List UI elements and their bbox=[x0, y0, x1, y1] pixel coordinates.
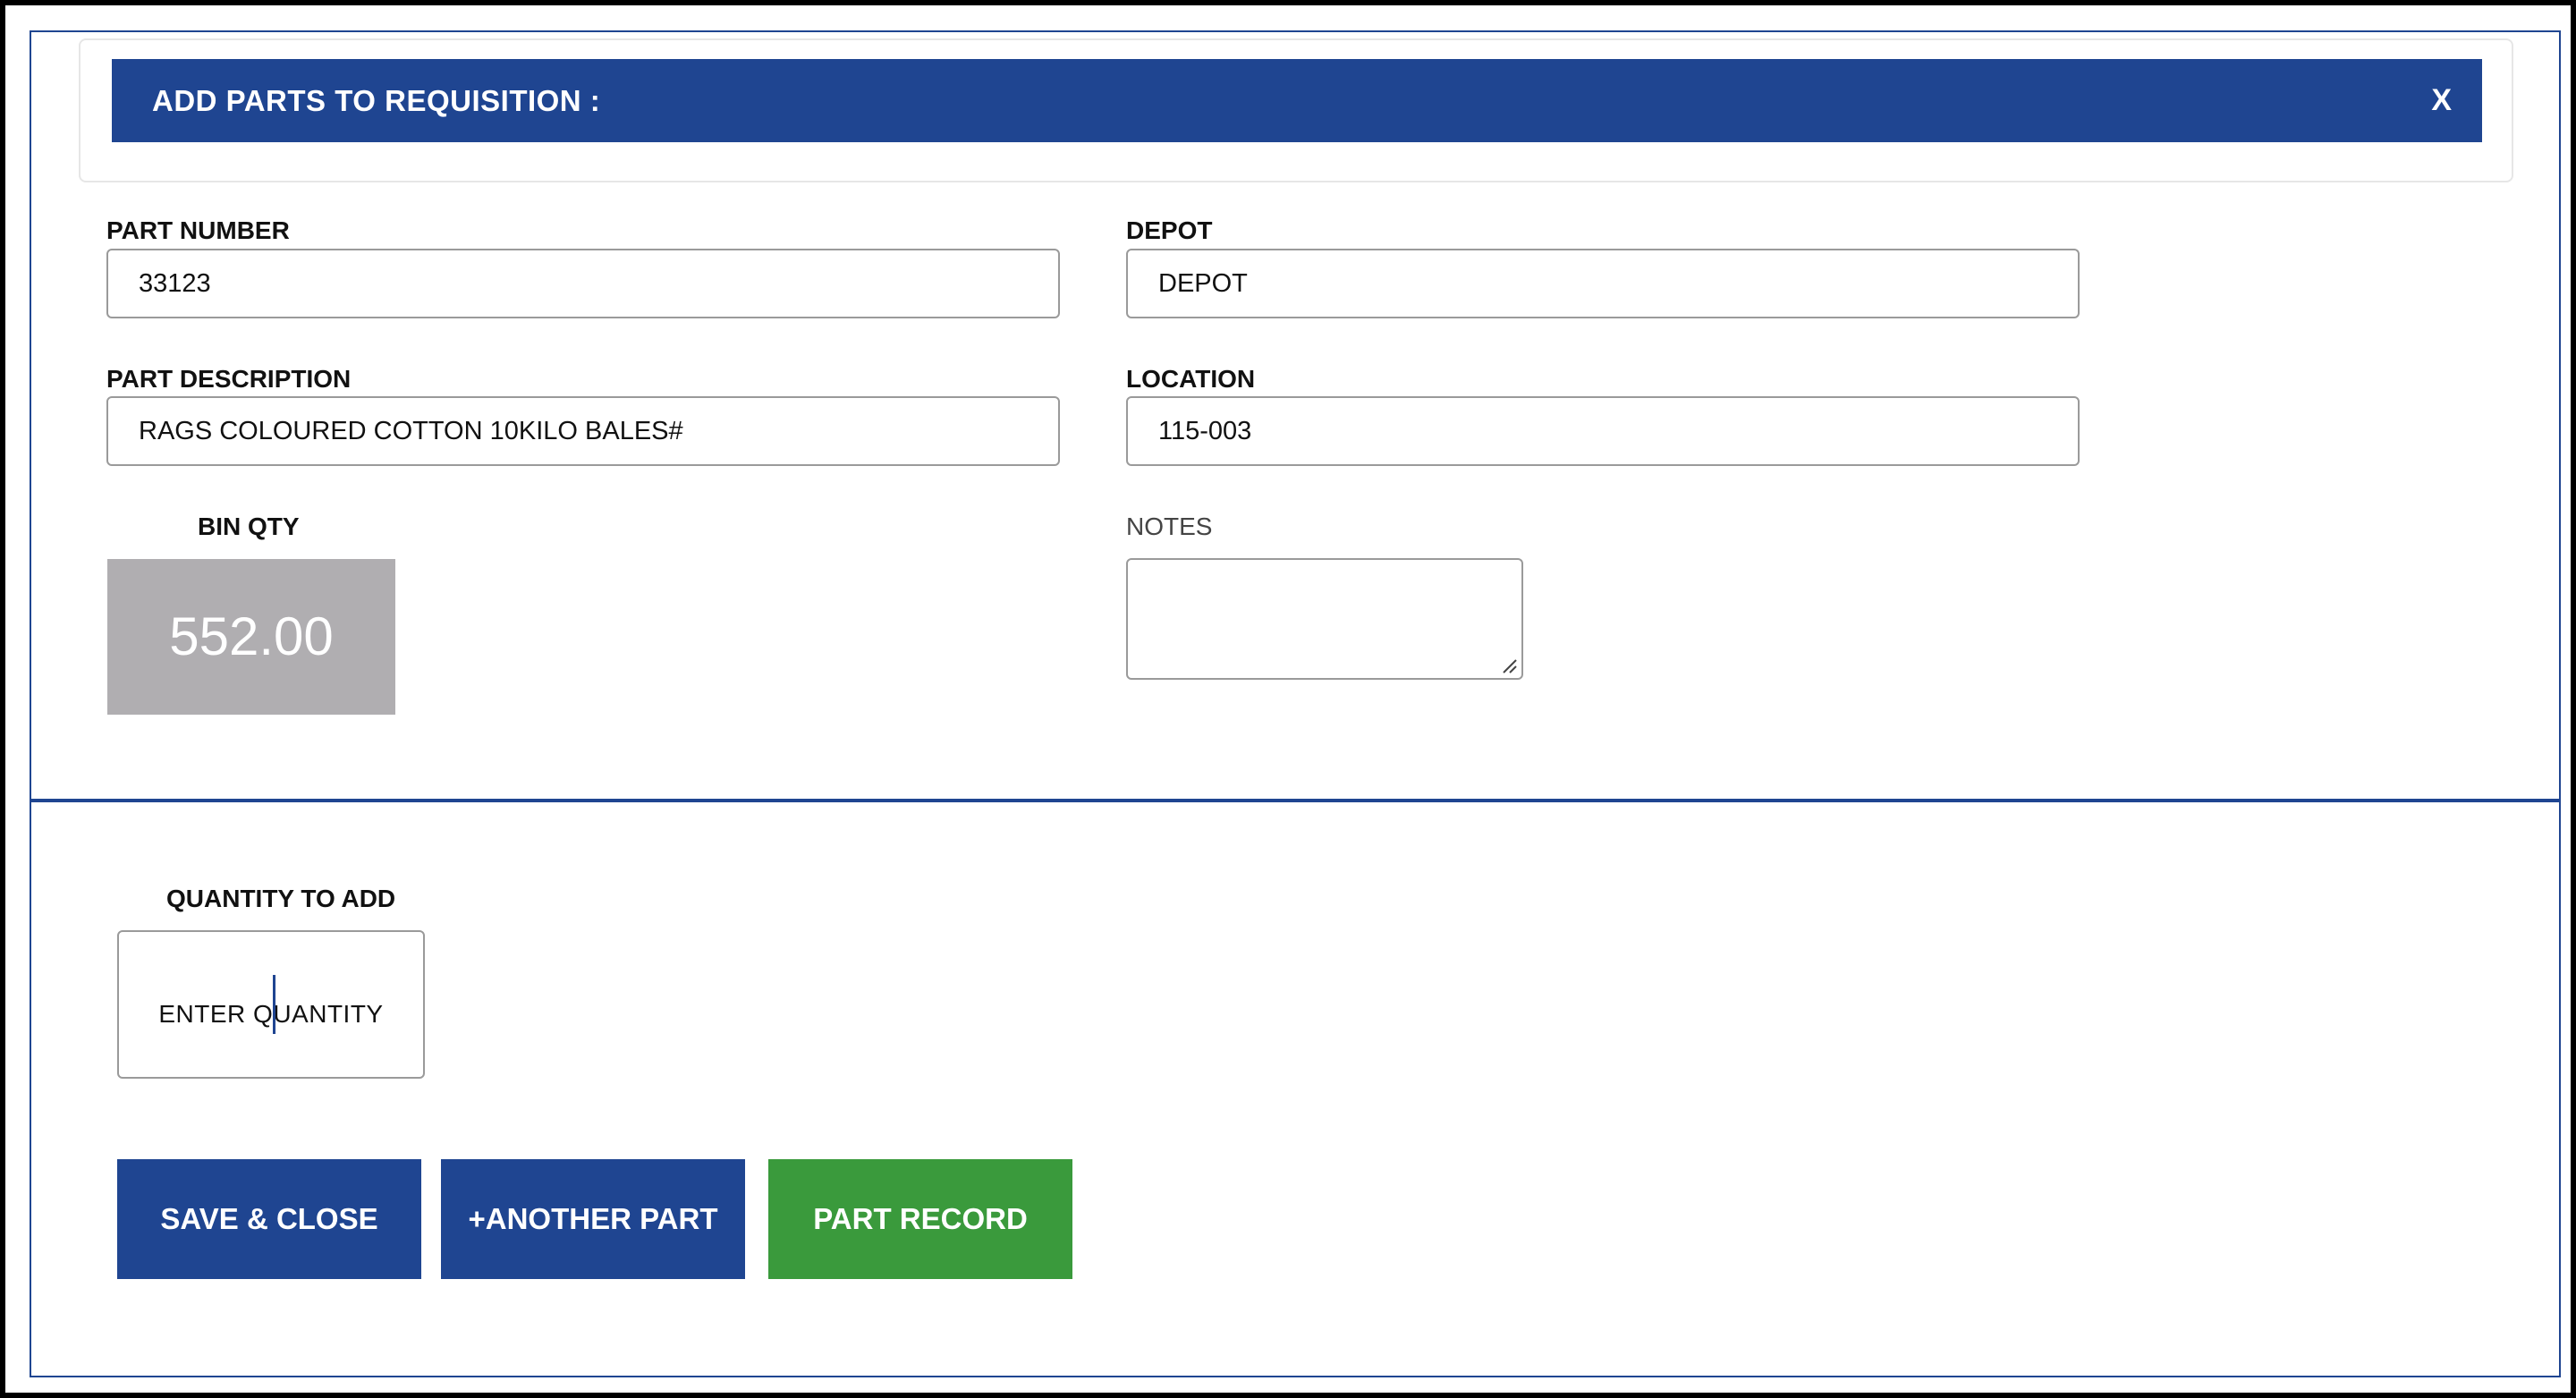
text-caret bbox=[273, 975, 275, 1034]
dialog-header-bar: ADD PARTS TO REQUISITION : X bbox=[112, 59, 2482, 142]
part-number-label: PART NUMBER bbox=[106, 216, 290, 244]
notes-textarea[interactable] bbox=[1126, 558, 1523, 680]
bin-qty-label: BIN QTY bbox=[198, 513, 300, 540]
quantity-placeholder: ENTER QUANTITY bbox=[158, 1000, 384, 1028]
bin-qty-value: 552.00 bbox=[107, 559, 395, 715]
page: ADD PARTS TO REQUISITION : X PART NUMBER… bbox=[5, 5, 2571, 1393]
notes-label: NOTES bbox=[1126, 513, 1213, 540]
dialog-title: ADD PARTS TO REQUISITION : bbox=[152, 84, 601, 117]
dialog-header-card: ADD PARTS TO REQUISITION : X bbox=[79, 38, 2513, 182]
part-record-button[interactable]: PART RECORD bbox=[768, 1159, 1072, 1279]
location-label: LOCATION bbox=[1126, 365, 1256, 393]
part-number-field[interactable]: 33123 bbox=[106, 249, 1060, 318]
add-parts-dialog: ADD PARTS TO REQUISITION : X PART NUMBER… bbox=[30, 30, 2561, 1377]
quantity-input[interactable]: ENTER QUANTITY bbox=[117, 930, 425, 1079]
part-description-label: PART DESCRIPTION bbox=[106, 365, 352, 393]
resize-grip-icon[interactable] bbox=[1500, 657, 1518, 674]
part-description-field[interactable]: RAGS COLOURED COTTON 10KILO BALES# bbox=[106, 396, 1060, 466]
another-part-button[interactable]: +ANOTHER PART bbox=[441, 1159, 745, 1279]
save-close-button[interactable]: SAVE & CLOSE bbox=[117, 1159, 421, 1279]
depot-label: DEPOT bbox=[1126, 216, 1213, 244]
close-button[interactable]: X bbox=[2431, 59, 2452, 142]
depot-field[interactable]: DEPOT bbox=[1126, 249, 2080, 318]
section-divider bbox=[31, 799, 2559, 802]
location-field[interactable]: 115-003 bbox=[1126, 396, 2080, 466]
quantity-label: QUANTITY TO ADD bbox=[166, 885, 396, 912]
